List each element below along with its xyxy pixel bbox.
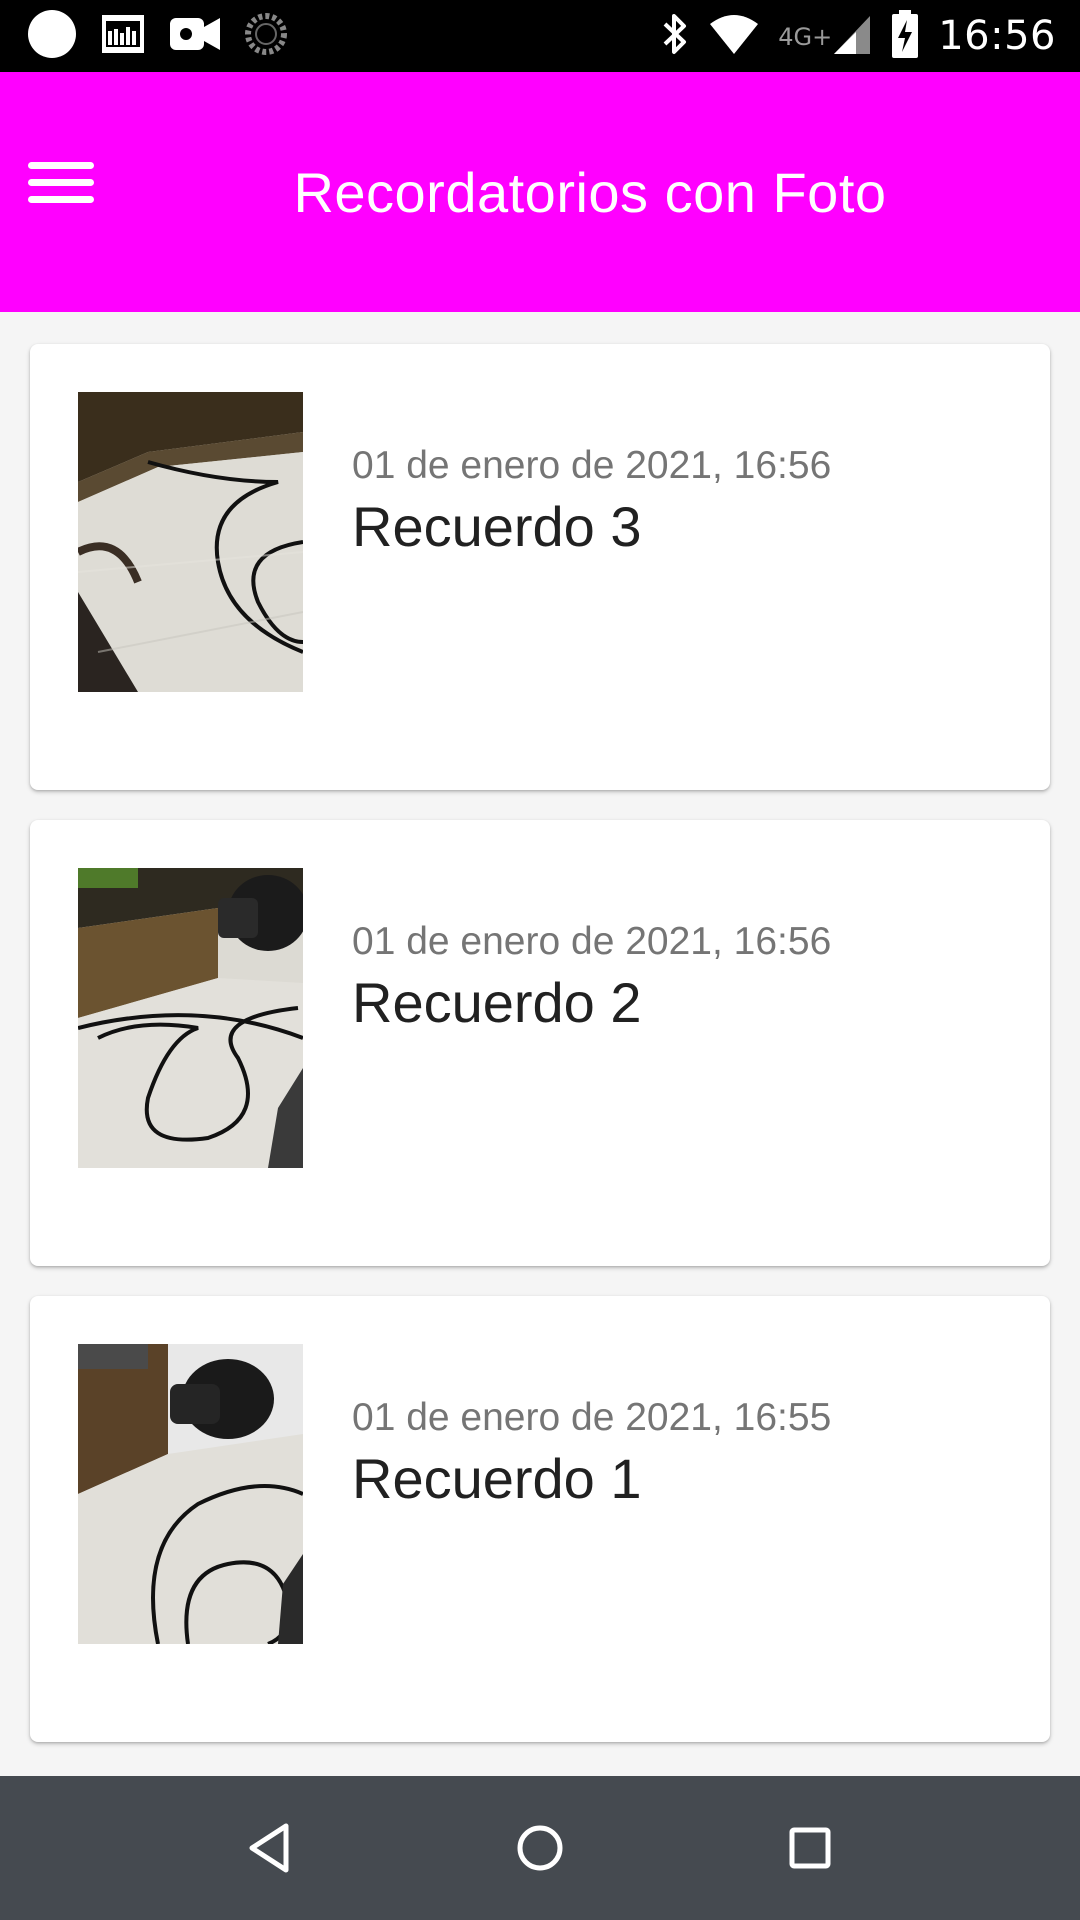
reminder-card[interactable]: 01 de enero de 2021, 16:55 Recuerdo 1 bbox=[30, 1296, 1050, 1742]
reminder-card[interactable]: 01 de enero de 2021, 16:56 Recuerdo 3 bbox=[30, 344, 1050, 790]
reminder-photo bbox=[78, 1344, 303, 1644]
reminder-card[interactable]: 01 de enero de 2021, 16:56 Recuerdo 2 bbox=[30, 820, 1050, 1266]
reminder-date: 01 de enero de 2021, 16:56 bbox=[352, 920, 832, 963]
reminder-title: Recuerdo 1 bbox=[352, 1447, 642, 1510]
signal-icon bbox=[832, 12, 872, 61]
video-camera-icon bbox=[168, 11, 222, 62]
recents-icon bbox=[774, 1827, 846, 1888]
app-bar: Recordatorios con Foto bbox=[0, 72, 1080, 312]
system-nav-bar bbox=[0, 1776, 1080, 1920]
page-title: Recordatorios con Foto bbox=[293, 161, 887, 224]
home-button[interactable] bbox=[504, 1812, 576, 1884]
gallery-notification-icon bbox=[100, 11, 146, 62]
status-time: 16:56 bbox=[938, 13, 1056, 59]
reminder-photo bbox=[78, 392, 303, 692]
bluetooth-icon bbox=[660, 11, 690, 62]
reminder-title: Recuerdo 2 bbox=[352, 971, 642, 1034]
reminder-date: 01 de enero de 2021, 16:55 bbox=[352, 1396, 832, 1439]
circle-notification-icon bbox=[26, 8, 78, 65]
reminder-list: 01 de enero de 2021, 16:56 Recuerdo 3 01… bbox=[0, 312, 1080, 1776]
back-button[interactable] bbox=[234, 1812, 306, 1884]
status-bar: 4G+ 16:56 bbox=[0, 0, 1080, 72]
battery-charging-icon bbox=[890, 9, 920, 64]
wifi-icon bbox=[708, 12, 760, 61]
reminder-photo bbox=[78, 868, 303, 1168]
reminder-title: Recuerdo 3 bbox=[352, 495, 642, 558]
loading-spinner-icon bbox=[244, 12, 288, 61]
network-type-label: 4G+ bbox=[778, 22, 833, 51]
back-icon bbox=[234, 1823, 306, 1888]
home-icon bbox=[504, 1825, 576, 1888]
recents-button[interactable] bbox=[774, 1812, 846, 1884]
reminder-date: 01 de enero de 2021, 16:56 bbox=[352, 444, 832, 487]
